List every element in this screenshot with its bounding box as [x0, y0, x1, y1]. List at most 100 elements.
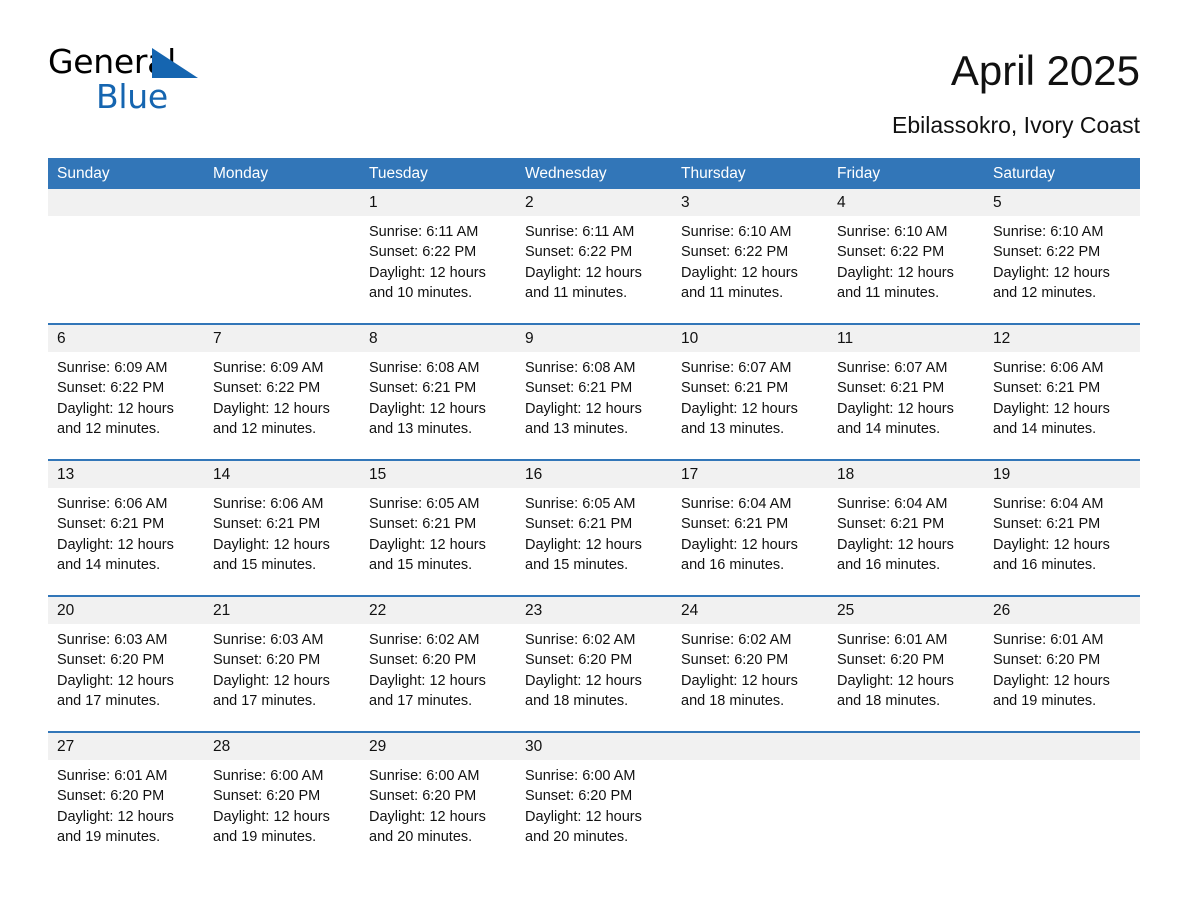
day-number[interactable]: 16	[516, 461, 672, 488]
day-cell[interactable]: Sunrise: 6:03 AM Sunset: 6:20 PM Daylight:…	[48, 624, 204, 731]
day-cell[interactable]: Sunrise: 6:01 AM Sunset: 6:20 PM Daylight:…	[828, 624, 984, 731]
day-detail-line: and 17 minutes.	[57, 692, 161, 709]
day-cell[interactable]: Sunrise: 6:04 AM Sunset: 6:21 PM Daylight:…	[984, 488, 1140, 595]
day-cell[interactable]: Sunrise: 6:02 AM Sunset: 6:20 PM Daylight:…	[672, 624, 828, 731]
weekday-header-monday: Monday	[213, 165, 269, 182]
day-detail-line: Sunset: 6:21 PM	[57, 516, 165, 533]
day-number[interactable]: 29	[360, 733, 516, 760]
week-grid: Sunrise: 6:01 AM Sunset: 6:20 PM Daylight:…	[48, 760, 1140, 867]
day-cell[interactable]: Sunrise: 6:08 AM Sunset: 6:21 PM Daylight:…	[516, 352, 672, 459]
logo-text-blue: Blue	[96, 77, 168, 116]
day-number[interactable]: 21	[204, 597, 360, 624]
day-number[interactable]: 12	[984, 325, 1140, 352]
day-cell[interactable]: Sunrise: 6:00 AM Sunset: 6:20 PM Daylight:…	[204, 760, 360, 867]
day-number[interactable]: 6	[48, 325, 204, 352]
day-detail-line: Sunset: 6:20 PM	[213, 652, 321, 669]
weekday-header-saturday: Saturday	[993, 165, 1056, 182]
week-row: 20 21 22 23 24 25 26 Sunrise: 6:03 AM Sunset: 6:…	[48, 595, 1140, 731]
day-number[interactable]: 24	[672, 597, 828, 624]
day-detail-line: Sunset: 6:21 PM	[837, 516, 945, 533]
day-number[interactable]: 19	[984, 461, 1140, 488]
day-number[interactable]: 15	[360, 461, 516, 488]
day-cell[interactable]: Sunrise: 6:03 AM Sunset: 6:20 PM Daylight:…	[204, 624, 360, 731]
day-detail-line: Sunset: 6:22 PM	[369, 244, 477, 261]
day-detail-line: Sunrise: 6:01 AM	[837, 632, 948, 648]
day-detail-line: Daylight: 12 hours	[57, 808, 174, 825]
day-detail-line: Sunset: 6:22 PM	[681, 244, 789, 261]
day-number[interactable]: 5	[984, 189, 1140, 216]
day-cell[interactable]: Sunrise: 6:06 AM Sunset: 6:21 PM Daylight:…	[204, 488, 360, 595]
day-detail-line: Daylight: 12 hours	[57, 400, 174, 417]
day-number[interactable]: 2	[516, 189, 672, 216]
month-calendar: Sunday Monday Tuesday Wednesday Thursday Frid…	[48, 158, 1140, 867]
day-cell[interactable]: Sunrise: 6:10 AM Sunset: 6:22 PM Daylight:…	[984, 216, 1140, 323]
day-cell[interactable]: Sunrise: 6:00 AM Sunset: 6:20 PM Daylight:…	[516, 760, 672, 867]
day-cell[interactable]: Sunrise: 6:06 AM Sunset: 6:21 PM Daylight:…	[984, 352, 1140, 459]
day-number[interactable]: 18	[828, 461, 984, 488]
day-cell[interactable]: Sunrise: 6:01 AM Sunset: 6:20 PM Daylight:…	[984, 624, 1140, 731]
day-detail-line: and 18 minutes.	[837, 692, 941, 709]
day-detail-line: and 13 minutes.	[681, 420, 785, 437]
day-detail-line: Sunrise: 6:03 AM	[57, 632, 168, 648]
day-cell[interactable]: Sunrise: 6:02 AM Sunset: 6:20 PM Daylight:…	[516, 624, 672, 731]
day-detail-line: Daylight: 12 hours	[525, 808, 642, 825]
day-cell-empty	[204, 216, 360, 323]
day-number[interactable]: 10	[672, 325, 828, 352]
day-number-strip: 13 14 15 16 17 18 19	[48, 461, 1140, 488]
day-detail-line: Sunrise: 6:02 AM	[525, 632, 636, 648]
day-detail-line: and 15 minutes.	[525, 556, 629, 573]
day-number[interactable]: 13	[48, 461, 204, 488]
day-detail-line: Daylight: 12 hours	[57, 536, 174, 553]
day-cell[interactable]: Sunrise: 6:11 AM Sunset: 6:22 PM Daylight:…	[516, 216, 672, 323]
day-cell[interactable]: Sunrise: 6:10 AM Sunset: 6:22 PM Daylight:…	[828, 216, 984, 323]
day-detail-line: Sunrise: 6:00 AM	[369, 768, 480, 784]
page-header: General Blue April 2025 Ebilassokro, Ivo…	[48, 0, 1140, 139]
day-number[interactable]: 1	[360, 189, 516, 216]
day-number[interactable]: 8	[360, 325, 516, 352]
day-detail-line: Sunrise: 6:00 AM	[525, 768, 636, 784]
day-number[interactable]: 20	[48, 597, 204, 624]
day-cell[interactable]: Sunrise: 6:00 AM Sunset: 6:20 PM Daylight:…	[360, 760, 516, 867]
day-number[interactable]: 30	[516, 733, 672, 760]
day-detail-line: and 17 minutes.	[213, 692, 317, 709]
day-cell[interactable]: Sunrise: 6:05 AM Sunset: 6:21 PM Daylight:…	[360, 488, 516, 595]
day-number[interactable]: 23	[516, 597, 672, 624]
day-number[interactable]: 4	[828, 189, 984, 216]
day-detail-line: Daylight: 12 hours	[993, 672, 1110, 689]
day-number[interactable]: 3	[672, 189, 828, 216]
day-number[interactable]: 7	[204, 325, 360, 352]
day-number[interactable]: 14	[204, 461, 360, 488]
day-detail-line: Sunrise: 6:06 AM	[57, 496, 168, 512]
day-detail-line: and 11 minutes.	[681, 284, 784, 301]
day-cell[interactable]: Sunrise: 6:04 AM Sunset: 6:21 PM Daylight:…	[672, 488, 828, 595]
day-cell[interactable]: Sunrise: 6:01 AM Sunset: 6:20 PM Daylight:…	[48, 760, 204, 867]
day-detail-line: Sunrise: 6:10 AM	[681, 224, 792, 240]
day-cell[interactable]: Sunrise: 6:09 AM Sunset: 6:22 PM Daylight:…	[204, 352, 360, 459]
day-cell[interactable]: Sunrise: 6:07 AM Sunset: 6:21 PM Daylight:…	[672, 352, 828, 459]
day-cell[interactable]: Sunrise: 6:07 AM Sunset: 6:21 PM Daylight:…	[828, 352, 984, 459]
day-cell[interactable]: Sunrise: 6:08 AM Sunset: 6:21 PM Daylight:…	[360, 352, 516, 459]
day-detail-line: Sunset: 6:21 PM	[681, 380, 789, 397]
day-number[interactable]: 9	[516, 325, 672, 352]
day-cell[interactable]: Sunrise: 6:10 AM Sunset: 6:22 PM Daylight:…	[672, 216, 828, 323]
day-cell[interactable]: Sunrise: 6:04 AM Sunset: 6:21 PM Daylight:…	[828, 488, 984, 595]
day-cell-empty	[828, 760, 984, 867]
day-number[interactable]: 17	[672, 461, 828, 488]
day-number[interactable]: 11	[828, 325, 984, 352]
day-number[interactable]: 27	[48, 733, 204, 760]
day-detail-line: Sunset: 6:21 PM	[213, 516, 321, 533]
day-cell[interactable]: Sunrise: 6:11 AM Sunset: 6:22 PM Daylight:…	[360, 216, 516, 323]
day-detail-line: Sunrise: 6:04 AM	[681, 496, 792, 512]
weekday-header-row: Sunday Monday Tuesday Wednesday Thursday Frid…	[48, 158, 1140, 189]
day-detail-line: Sunset: 6:20 PM	[525, 788, 633, 805]
day-cell[interactable]: Sunrise: 6:02 AM Sunset: 6:20 PM Daylight:…	[360, 624, 516, 731]
day-detail-line: and 11 minutes.	[837, 284, 940, 301]
day-cell[interactable]: Sunrise: 6:05 AM Sunset: 6:21 PM Daylight:…	[516, 488, 672, 595]
day-detail-line: Sunrise: 6:09 AM	[57, 360, 168, 376]
day-number[interactable]: 22	[360, 597, 516, 624]
day-number[interactable]: 28	[204, 733, 360, 760]
day-number[interactable]: 26	[984, 597, 1140, 624]
day-cell[interactable]: Sunrise: 6:09 AM Sunset: 6:22 PM Daylight:…	[48, 352, 204, 459]
day-cell[interactable]: Sunrise: 6:06 AM Sunset: 6:21 PM Daylight:…	[48, 488, 204, 595]
day-number[interactable]: 25	[828, 597, 984, 624]
